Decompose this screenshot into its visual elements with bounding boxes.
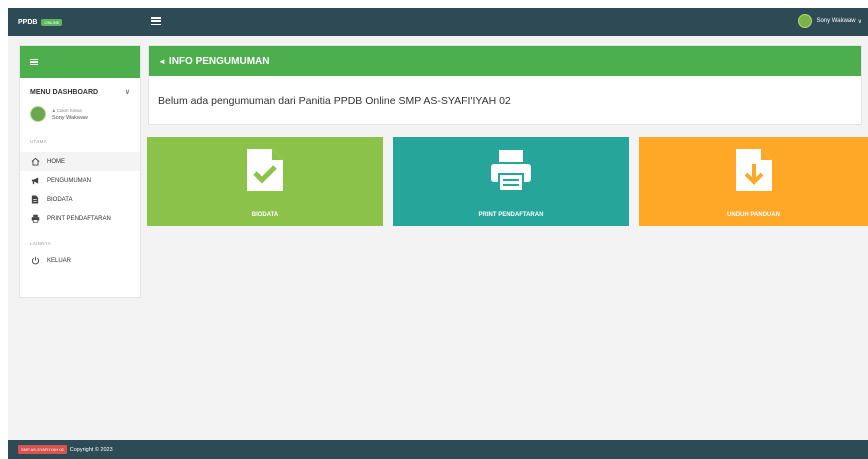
sidebar-item-biodata[interactable]: BIODATA <box>20 190 140 209</box>
bullhorn-icon: ◄ <box>158 56 166 66</box>
print-pendaftaran-tile-label: PRINT PENDAFTARAN <box>478 212 544 218</box>
sidebar-item-home[interactable]: HOME <box>20 152 140 171</box>
section-label-lainnya: LAINNYA <box>30 241 52 246</box>
chevron-down-icon: ∨ <box>124 89 130 96</box>
footer: SMP AS-SYAFI'IYAH 02 Copyright © 2023 <box>8 440 868 459</box>
info-panel-header: ◄ INFO PENGUMUMAN <box>149 46 861 76</box>
info-panel-title: INFO PENGUMUMAN <box>168 55 270 67</box>
footer-school-badge: SMP AS-SYAFI'IYAH 02 <box>18 445 67 454</box>
biodata-tile[interactable]: BIODATA <box>147 137 383 226</box>
announcement-message: Belum ada pengumuman dari Panitia PPDB O… <box>158 95 511 107</box>
footer-copyright: Copyright © 2023 <box>69 446 113 453</box>
sidebar-header <box>20 46 140 78</box>
user-menu[interactable]: Sony Wakwaw ∨ <box>798 14 862 28</box>
sidebar-item-label: HOME <box>47 158 65 165</box>
top-navbar: PPDB ONLINE Sony Wakwaw ∨ <box>8 8 868 36</box>
biodata-tile-label: BIODATA <box>251 212 279 218</box>
file-check-icon <box>247 149 283 191</box>
brand-badge: ONLINE <box>41 18 63 26</box>
chevron-down-icon: ∨ <box>857 18 862 25</box>
sidebar-item-print-pendaftaran[interactable]: PRINT PENDAFTARAN <box>20 209 140 228</box>
sidebar-item-label: KELUAR <box>47 257 72 264</box>
menu-dashboard-toggle[interactable]: MENU DASHBOARD ∨ <box>20 88 140 97</box>
printer-icon <box>491 150 531 192</box>
profile-name: Sony Wakwaw <box>52 114 88 121</box>
unduh-panduan-tile-label: UNDUH PANDUAN <box>727 212 780 218</box>
hamburger-menu-icon[interactable] <box>151 16 161 26</box>
sidebar-toggle-icon[interactable] <box>30 58 38 66</box>
sidebar-item-keluar[interactable]: KELUAR <box>20 251 140 270</box>
user-name: Sony Wakwaw <box>816 18 856 24</box>
file-icon <box>30 195 40 205</box>
home-icon <box>30 157 40 167</box>
user-avatar <box>798 14 813 28</box>
print-icon <box>30 214 40 224</box>
menu-dashboard-title: MENU DASHBOARD <box>30 88 99 96</box>
profile-role: ♟ Calon Siswa <box>52 108 88 113</box>
profile-role-label: Calon Siswa <box>56 107 82 113</box>
sidebar-item-pengumuman[interactable]: PENGUMUMAN <box>20 171 140 190</box>
brand[interactable]: PPDB ONLINE <box>8 18 138 26</box>
sidebar: MENU DASHBOARD ∨ ♟ Calon Siswa Sony Wakw… <box>19 45 141 298</box>
section-label-utama: UTAMA <box>30 139 47 144</box>
print-pendaftaran-tile[interactable]: PRINT PENDAFTARAN <box>393 137 629 226</box>
info-pengumuman-panel: ◄ INFO PENGUMUMAN Belum ada pengumuman d… <box>148 45 862 125</box>
bullhorn-icon <box>30 176 40 186</box>
sidebar-item-label: PENGUMUMAN <box>47 177 92 184</box>
sidebar-item-label: PRINT PENDAFTARAN <box>47 215 111 222</box>
avatar <box>30 106 46 122</box>
unduh-panduan-tile[interactable]: UNDUH PANDUAN <box>639 137 868 226</box>
brand-name: PPDB <box>18 18 38 26</box>
profile: ♟ Calon Siswa Sony Wakwaw <box>20 106 140 122</box>
file-download-icon <box>735 149 772 191</box>
power-icon <box>30 256 40 266</box>
sidebar-item-label: BIODATA <box>47 196 73 203</box>
